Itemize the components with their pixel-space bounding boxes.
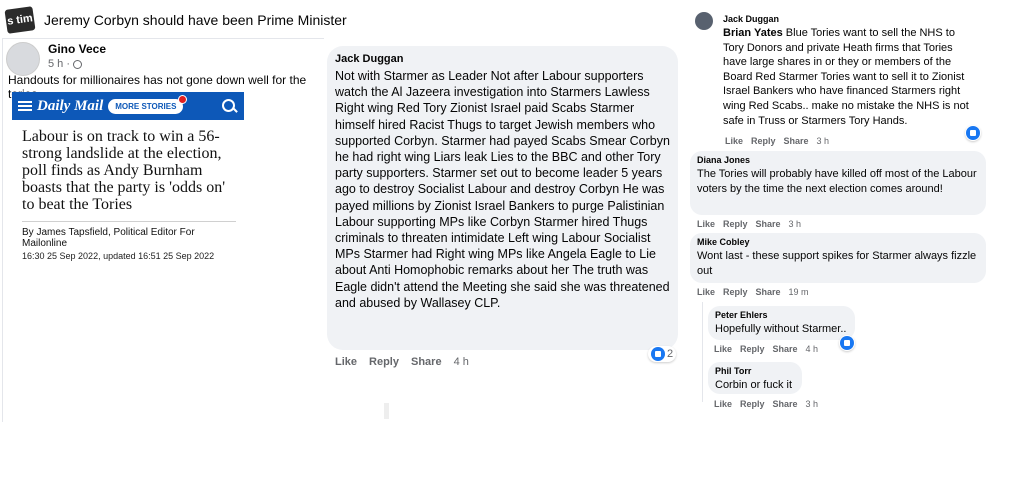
reply-button[interactable]: Reply [740, 344, 765, 354]
reply-button[interactable]: Reply [740, 399, 765, 409]
reply-bubble: Diana Jones The Tories will probably hav… [690, 151, 986, 215]
reply-button[interactable]: Reply [751, 136, 776, 146]
more-stories-label: MORE STORIES [115, 101, 177, 111]
reply-actions: Like Reply Share 4 h [714, 344, 818, 354]
comment-time[interactable]: 4 h [454, 356, 469, 368]
reply-time[interactable]: 3 h [789, 219, 802, 229]
like-button[interactable]: Like [335, 356, 357, 368]
reply-actions: Like Reply Share 3 h [697, 219, 801, 229]
reply-time[interactable]: 19 m [789, 287, 809, 297]
reaction-count: 2 [667, 348, 674, 360]
more-stories-button[interactable]: MORE STORIES [108, 94, 188, 114]
post-time[interactable]: 5 h · [48, 58, 70, 70]
avatar[interactable] [695, 12, 713, 30]
reply-actions: Like Reply Share 3 h [714, 399, 818, 409]
notification-dot-icon [178, 94, 188, 104]
comment-bubble: Jack Duggan Not with Starmer as Leader N… [327, 46, 678, 350]
group-header: s tim Jeremy Corbyn should have been Pri… [4, 6, 347, 34]
comment-author[interactable]: Jack Duggan [335, 53, 670, 65]
reply-bubble: Phil Torr Corbin or fuck it [708, 362, 802, 394]
share-button[interactable]: Share [756, 219, 781, 229]
share-button[interactable]: Share [756, 287, 781, 297]
reaction-badge[interactable] [839, 335, 855, 351]
reply-bubble: Mike Cobley Wont last - these support sp… [690, 233, 986, 283]
post-header: Gino Vece 5 h · [6, 42, 106, 76]
avatar[interactable] [6, 42, 40, 76]
article-byline: By James Tapsfield, Political Editor For… [22, 227, 195, 249]
search-icon[interactable] [220, 97, 238, 115]
reaction-count-badge[interactable]: 2 [648, 346, 677, 362]
scrollbar-fragment [384, 403, 389, 419]
article-headline[interactable]: Labour is on track to win a 56-strong la… [12, 120, 244, 213]
post-author[interactable]: Gino Vece [48, 42, 106, 56]
reply-actions: Like Reply Share 3 h [725, 136, 829, 146]
group-avatar[interactable]: s tim [4, 6, 36, 34]
like-button[interactable]: Like [697, 219, 715, 229]
group-title[interactable]: Jeremy Corbyn should have been Prime Min… [44, 12, 347, 28]
reply-text: Brian Yates Blue Tories want to sell the… [723, 26, 978, 128]
like-reaction-icon [651, 347, 665, 361]
reply-text: Corbin or fuck it [715, 379, 793, 391]
share-button[interactable]: Share [773, 399, 798, 409]
reply-author[interactable]: Phil Torr [715, 366, 795, 376]
share-button[interactable]: Share [773, 344, 798, 354]
reply-button[interactable]: Reply [723, 219, 748, 229]
reply-text: Hopefully without Starmer.. [715, 323, 847, 335]
like-reaction-icon [840, 336, 854, 350]
share-button[interactable]: Share [784, 136, 809, 146]
reply-actions: Like Reply Share 19 m [697, 287, 809, 297]
comment-text: Not with Starmer as Leader Not after Lab… [335, 69, 670, 310]
reply-time[interactable]: 4 h [806, 344, 819, 354]
like-button[interactable]: Like [697, 287, 715, 297]
reply-author[interactable]: Peter Ehlers [715, 310, 848, 320]
comment-actions: Like Reply Share 4 h [335, 356, 469, 368]
article-preview[interactable]: Daily Mail MORE STORIES Labour is on tra… [12, 92, 244, 286]
reply-author[interactable]: Jack Duggan [723, 14, 978, 24]
reaction-badge[interactable] [965, 125, 981, 141]
reply-button[interactable]: Reply [723, 287, 748, 297]
share-button[interactable]: Share [411, 356, 442, 368]
reply-bubble: Peter Ehlers Hopefully without Starmer.. [708, 306, 855, 340]
dailymail-logo[interactable]: Daily Mail [37, 98, 103, 115]
reply-author[interactable]: Mike Cobley [697, 237, 979, 247]
reply-bubble: Jack Duggan Brian Yates Blue Tories want… [718, 10, 985, 130]
like-reaction-icon [966, 126, 980, 140]
reply-text-body: Blue Tories want to sell the NHS to Tory… [723, 27, 969, 127]
reply-time[interactable]: 3 h [817, 136, 830, 146]
dailymail-navbar: Daily Mail MORE STORIES [12, 92, 244, 120]
reply-text: Wont last - these support spikes for Sta… [697, 250, 977, 277]
post-meta: 5 h · [48, 58, 106, 70]
reply-time[interactable]: 3 h [806, 399, 819, 409]
article-date: 16:30 25 Sep 2022, updated 16:51 25 Sep … [22, 251, 215, 261]
reply-button[interactable]: Reply [369, 356, 399, 368]
reply-text: The Tories will probably have killed off… [697, 168, 977, 195]
like-button[interactable]: Like [714, 344, 732, 354]
like-button[interactable]: Like [725, 136, 743, 146]
globe-icon [73, 59, 83, 69]
reply-author[interactable]: Diana Jones [697, 155, 979, 165]
mention-link[interactable]: Brian Yates [723, 27, 783, 39]
thread-line [702, 302, 703, 402]
menu-icon[interactable] [18, 101, 32, 111]
like-button[interactable]: Like [714, 399, 732, 409]
